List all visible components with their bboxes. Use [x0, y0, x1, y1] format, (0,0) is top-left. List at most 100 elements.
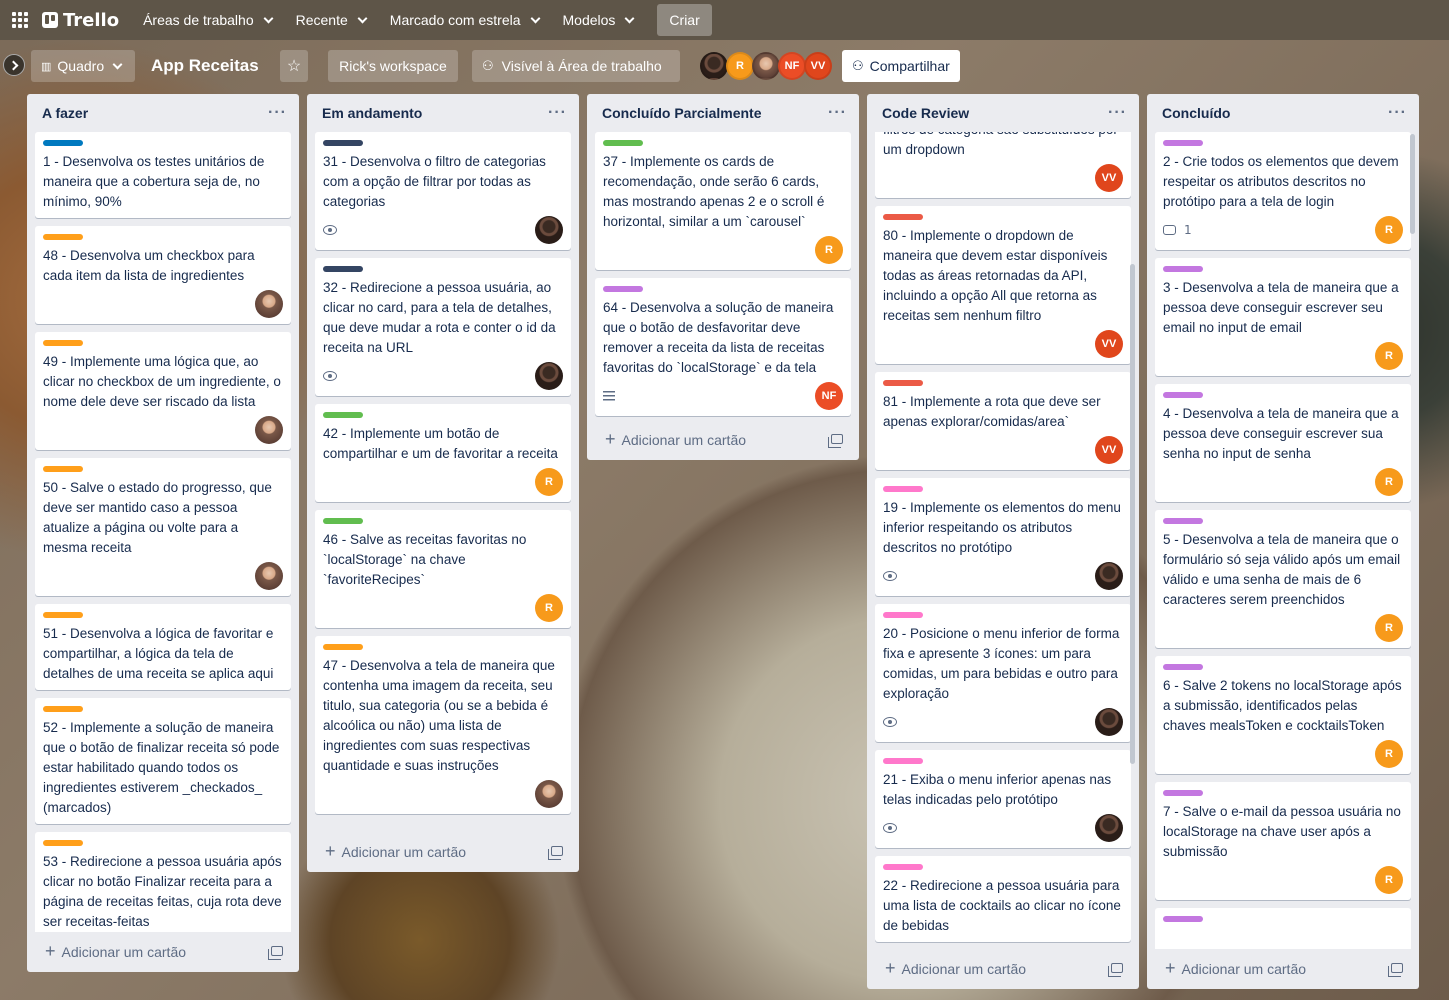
- card-label[interactable]: [323, 266, 363, 272]
- task-card[interactable]: 32 - Redirecione a pessoa usuária, ao cl…: [315, 258, 571, 396]
- card-label[interactable]: [603, 140, 643, 146]
- card-member-avatar[interactable]: VV: [1095, 436, 1123, 464]
- card-member-avatar[interactable]: NF: [815, 382, 843, 410]
- card-label[interactable]: [603, 286, 643, 292]
- list-menu-icon[interactable]: ···: [268, 104, 287, 122]
- card-label[interactable]: [1163, 392, 1203, 398]
- list-title[interactable]: Code Review: [882, 105, 969, 121]
- star-board-icon[interactable]: ☆: [280, 50, 308, 82]
- card-template-icon[interactable]: [828, 434, 843, 448]
- card-label[interactable]: [43, 340, 83, 346]
- task-card[interactable]: 21 - Exiba o menu inferior apenas nas te…: [875, 750, 1131, 848]
- task-card[interactable]: 48 - Desenvolva um checkbox para cada it…: [35, 226, 291, 324]
- list-menu-icon[interactable]: ···: [1388, 104, 1407, 122]
- visibility-button[interactable]: ⚇ Visível à Área de trabalho: [472, 50, 680, 82]
- add-card-button[interactable]: + Adicionar um cartão: [587, 420, 859, 458]
- task-card[interactable]: 81 - Implemente a rota que deve ser apen…: [875, 372, 1131, 470]
- list-title[interactable]: Em andamento: [322, 105, 422, 121]
- list-menu-icon[interactable]: ···: [548, 104, 567, 122]
- card-member-avatar[interactable]: R: [1375, 866, 1403, 894]
- trello-logo[interactable]: Trello: [42, 10, 119, 31]
- nav-recent[interactable]: Recente: [286, 4, 376, 36]
- card-member-avatar[interactable]: [1095, 708, 1123, 736]
- card-template-icon[interactable]: [1388, 963, 1403, 977]
- task-card[interactable]: 52 - Implemente a solução de maneira que…: [35, 698, 291, 824]
- add-card-button[interactable]: + Adicionar um cartão: [867, 949, 1139, 987]
- card-member-avatar[interactable]: [255, 562, 283, 590]
- card-label[interactable]: [1163, 140, 1203, 146]
- task-card[interactable]: 1 - Desenvolva os testes unitários de ma…: [35, 132, 291, 218]
- card-member-avatar[interactable]: VV: [1095, 330, 1123, 358]
- list-menu-icon[interactable]: ···: [828, 104, 847, 122]
- card-member-avatar[interactable]: [535, 216, 563, 244]
- card-label[interactable]: [43, 140, 83, 146]
- nav-starred[interactable]: Marcado com estrela: [380, 4, 549, 36]
- card-label[interactable]: [1163, 790, 1203, 796]
- card-label[interactable]: [323, 140, 363, 146]
- member-avatar[interactable]: [700, 52, 728, 80]
- task-card[interactable]: 31 - Desenvolva o filtro de categorias c…: [315, 132, 571, 250]
- nav-workspaces[interactable]: Áreas de trabalho: [133, 4, 282, 36]
- list-title[interactable]: A fazer: [42, 105, 88, 121]
- add-card-button[interactable]: + Adicionar um cartão: [27, 932, 299, 970]
- card-member-avatar[interactable]: R: [1375, 342, 1403, 370]
- task-card[interactable]: 2 - Crie todos os elementos que devem re…: [1155, 132, 1411, 250]
- card-label[interactable]: [883, 612, 923, 618]
- card-member-avatar[interactable]: R: [1375, 216, 1403, 244]
- nav-templates[interactable]: Modelos: [553, 4, 644, 36]
- share-button[interactable]: ⚇ Compartilhar: [842, 50, 960, 82]
- task-card[interactable]: 47 - Desenvolva a tela de maneira que co…: [315, 636, 571, 814]
- card-label[interactable]: [323, 518, 363, 524]
- card-member-avatar[interactable]: [535, 362, 563, 390]
- list-header[interactable]: Concluído Parcialmente ···: [587, 94, 859, 132]
- task-card[interactable]: 5 - Desenvolva a tela de maneira que o f…: [1155, 510, 1411, 648]
- card-member-avatar[interactable]: [1095, 814, 1123, 842]
- list-header[interactable]: Em andamento ···: [307, 94, 579, 132]
- task-card[interactable]: 22 - Redirecione a pessoa usuária para u…: [875, 856, 1131, 942]
- task-card[interactable]: 42 - Implemente um botão de compartilhar…: [315, 404, 571, 502]
- task-card[interactable]: 37 - Implemente os cards de recomendação…: [595, 132, 851, 270]
- card-label[interactable]: [883, 214, 923, 220]
- card-member-avatar[interactable]: VV: [1095, 164, 1123, 192]
- task-card[interactable]: 7 - Salve o e-mail da pessoa usuária no …: [1155, 782, 1411, 900]
- member-avatar[interactable]: R: [726, 52, 754, 80]
- card-label[interactable]: [43, 840, 83, 846]
- workspace-button[interactable]: Rick's workspace: [328, 50, 458, 82]
- card-template-icon[interactable]: [548, 846, 563, 860]
- card-template-icon[interactable]: [268, 946, 283, 960]
- card-label[interactable]: [323, 644, 363, 650]
- card-member-avatar[interactable]: [255, 416, 283, 444]
- card-member-avatar[interactable]: R: [1375, 740, 1403, 768]
- task-card[interactable]: 46 - Salve as receitas favoritas no `loc…: [315, 510, 571, 628]
- card-member-avatar[interactable]: R: [1375, 614, 1403, 642]
- card-label[interactable]: [1163, 266, 1203, 272]
- card-label[interactable]: [883, 758, 923, 764]
- task-card[interactable]: 4 - Desenvolva a tela de maneira que a p…: [1155, 384, 1411, 502]
- task-card[interactable]: 19 - Implemente os elementos do menu inf…: [875, 478, 1131, 596]
- task-card[interactable]: 64 - Desenvolva a solução de maneira que…: [595, 278, 851, 416]
- board-view-switcher[interactable]: ▥ Quadro: [31, 50, 135, 82]
- card-label[interactable]: [1163, 518, 1203, 524]
- list-scrollbar[interactable]: [1130, 264, 1135, 764]
- task-card[interactable]: 51 - Desenvolva a lógica de favoritar e …: [35, 604, 291, 690]
- card-member-avatar[interactable]: R: [535, 468, 563, 496]
- task-card[interactable]: [1155, 908, 1411, 949]
- member-avatar[interactable]: [752, 52, 780, 80]
- task-card[interactable]: 49 - Implemente uma lógica que, ao clica…: [35, 332, 291, 450]
- card-member-avatar[interactable]: [1095, 562, 1123, 590]
- card-label[interactable]: [43, 234, 83, 240]
- card-member-avatar[interactable]: R: [535, 594, 563, 622]
- task-card[interactable]: 3 - Desenvolva a tela de maneira que a p…: [1155, 258, 1411, 376]
- create-button[interactable]: Criar: [657, 4, 712, 36]
- card-label[interactable]: [43, 612, 83, 618]
- task-card[interactable]: 6 - Salve 2 tokens no localStorage após …: [1155, 656, 1411, 774]
- task-card[interactable]: 80 - Implemente o dropdown de maneira qu…: [875, 206, 1131, 364]
- add-card-button[interactable]: + Adicionar um cartão: [1147, 949, 1419, 987]
- card-label[interactable]: [43, 706, 83, 712]
- list-header[interactable]: Concluído ···: [1147, 94, 1419, 132]
- card-member-avatar[interactable]: [535, 780, 563, 808]
- card-label[interactable]: [43, 466, 83, 472]
- list-title[interactable]: Concluído Parcialmente: [602, 105, 761, 121]
- member-avatar[interactable]: NF: [778, 52, 806, 80]
- task-card[interactable]: 53 - Redirecione a pessoa usuária após c…: [35, 832, 291, 932]
